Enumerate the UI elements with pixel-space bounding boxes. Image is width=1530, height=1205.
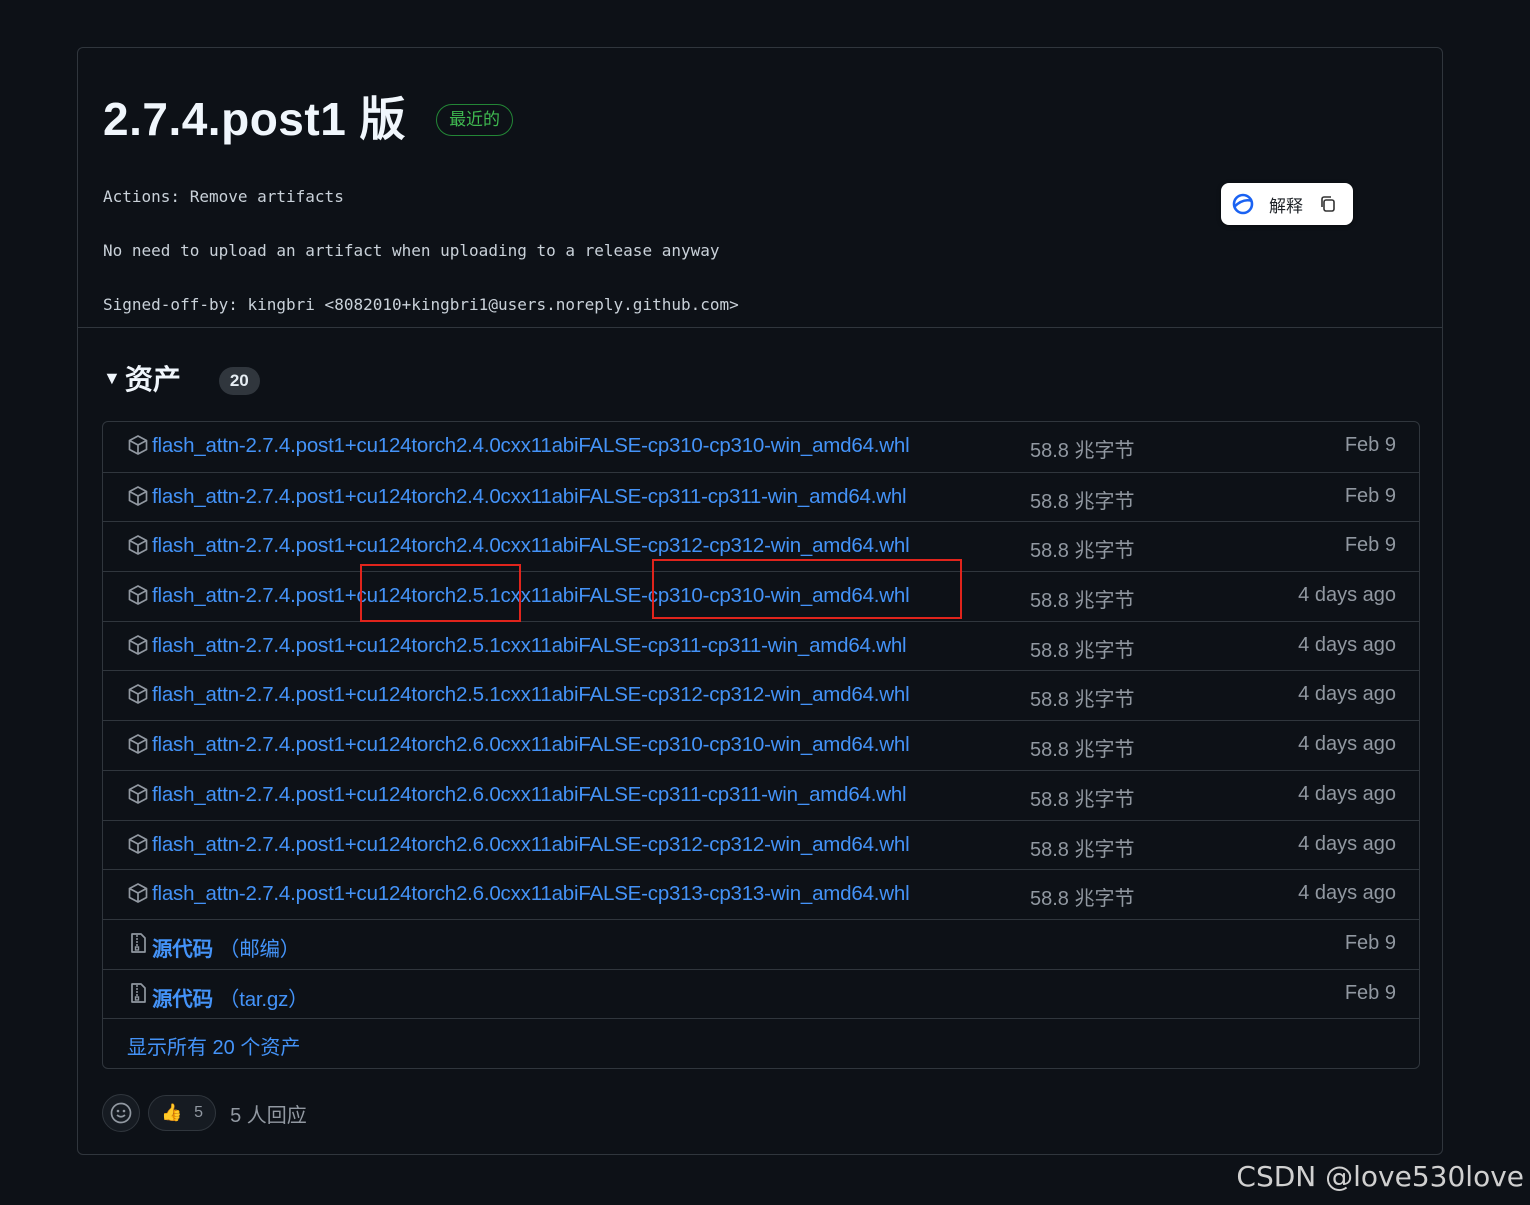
asset-size: 58.8 兆字节 xyxy=(1030,888,1135,911)
asset-row: flash_attn-2.7.4.post1+cu124torch2.5.1cx… xyxy=(103,670,1419,720)
asset-row: flash_attn-2.7.4.post1+cu124torch2.5.1cx… xyxy=(103,620,1419,671)
asset-size: 58.8 兆字节 xyxy=(1030,739,1135,762)
explain-popup[interactable]: 解释 xyxy=(1221,183,1353,225)
section-divider xyxy=(78,327,1442,328)
asset-row: flash_attn-2.7.4.post1+cu124torch2.6.0cx… xyxy=(103,720,1419,770)
copy-icon[interactable] xyxy=(1319,195,1337,213)
asset-row: flash_attn-2.7.4.post1+cu124torch2.6.0cx… xyxy=(103,869,1419,919)
asset-size: 58.8 兆字节 xyxy=(1030,590,1135,613)
release-notes: Actions: Remove artifacts No need to uplo… xyxy=(103,170,739,332)
package-icon xyxy=(128,783,148,804)
asset-row: flash_attn-2.7.4.post1+cu124torch2.6.0cx… xyxy=(103,769,1419,820)
package-icon xyxy=(128,485,148,506)
asset-link[interactable]: flash_attn-2.7.4.post1+cu124torch2.6.0cx… xyxy=(152,733,910,757)
asset-size: 58.8 兆字节 xyxy=(1030,639,1135,662)
asset-size: 58.8 兆字节 xyxy=(1030,490,1135,513)
asset-size: 58.8 兆字节 xyxy=(1030,440,1135,462)
asset-link[interactable]: flash_attn-2.7.4.post1+cu124torch2.6.0cx… xyxy=(152,783,907,807)
asset-row: flash_attn-2.7.4.post1+cu124torch2.4.0cx… xyxy=(103,422,1419,472)
assets-count-badge: 20 xyxy=(218,367,260,395)
asset-date: 4 days ago xyxy=(1298,782,1396,805)
asset-date: Feb 9 xyxy=(1344,981,1396,1004)
source-code-link[interactable]: 源代码 （tar.gz） xyxy=(152,982,309,1012)
asset-link[interactable]: flash_attn-2.7.4.post1+cu124torch2.6.0cx… xyxy=(152,833,910,857)
explain-button[interactable]: 解释 xyxy=(1269,192,1303,217)
assets-list: flash_attn-2.7.4.post1+cu124torch2.4.0cx… xyxy=(102,421,1420,1069)
package-icon xyxy=(128,435,148,455)
assets-heading: 资产 xyxy=(124,364,181,395)
source-code-format: （邮编） xyxy=(218,937,301,961)
source-code-label: 源代码 xyxy=(152,937,213,961)
package-icon xyxy=(128,585,148,605)
release-header: 2.7.4.post1 版 最近的 xyxy=(103,83,514,149)
asset-date: 4 days ago xyxy=(1298,584,1396,607)
file-zip-icon xyxy=(131,933,146,953)
smiley-icon xyxy=(110,1102,132,1124)
package-icon xyxy=(128,883,148,904)
asset-link[interactable]: flash_attn-2.7.4.post1+cu124torch2.5.1cx… xyxy=(152,634,907,658)
source-code-link[interactable]: 源代码 （邮编） xyxy=(152,932,300,962)
asset-link[interactable]: flash_attn-2.7.4.post1+cu124torch2.4.0cx… xyxy=(152,434,910,458)
reaction-summary: 5 人回应 xyxy=(230,1104,307,1127)
asset-date: Feb 9 xyxy=(1344,931,1396,954)
asset-link[interactable]: flash_attn-2.7.4.post1+cu124torch2.4.0cx… xyxy=(152,534,910,558)
asset-size: 58.8 兆字节 xyxy=(1030,689,1135,712)
asset-size: 58.8 兆字节 xyxy=(1030,788,1135,811)
triangle-down-icon: ▼ xyxy=(103,367,121,388)
release-note-line: No need to upload an artifact when uploa… xyxy=(103,241,720,260)
add-reaction-button[interactable] xyxy=(102,1094,140,1132)
asset-size: 58.8 兆字节 xyxy=(1030,838,1135,861)
assets-toggle[interactable]: ▼ 资产 20 xyxy=(103,358,260,398)
file-zip-icon xyxy=(131,982,146,1003)
asset-date: 4 days ago xyxy=(1298,832,1396,855)
release-note-line: Signed-off-by: kingbri <8082010+kingbri1… xyxy=(103,295,739,314)
show-all-assets-link[interactable]: 显示所有 20 个资产 xyxy=(127,1031,300,1060)
watermark: CSDN @love530love xyxy=(1236,1160,1524,1193)
asset-link[interactable]: flash_attn-2.7.4.post1+cu124torch2.5.1cx… xyxy=(152,683,910,707)
asset-date: Feb 9 xyxy=(1344,434,1396,456)
release-title[interactable]: 2.7.4.post1 版 xyxy=(103,83,406,149)
highlight-box xyxy=(360,564,521,622)
asset-date: 4 days ago xyxy=(1298,633,1396,656)
asset-link[interactable]: flash_attn-2.7.4.post1+cu124torch2.4.0cx… xyxy=(152,485,907,509)
package-icon xyxy=(128,833,148,854)
package-icon xyxy=(128,634,148,655)
asset-date: 4 days ago xyxy=(1298,683,1396,706)
asset-row: flash_attn-2.7.4.post1+cu124torch2.6.0cx… xyxy=(103,819,1419,870)
asset-size: 58.8 兆字节 xyxy=(1030,540,1135,563)
source-code-format: （tar.gz） xyxy=(218,987,309,1011)
asset-date: Feb 9 xyxy=(1344,534,1396,557)
asset-row: flash_attn-2.7.4.post1+cu124torch2.4.0cx… xyxy=(103,471,1419,522)
thumbs-up-icon: 👍 xyxy=(161,1103,183,1122)
package-icon xyxy=(128,535,148,556)
asset-date: 4 days ago xyxy=(1298,882,1396,905)
reactions-bar: 👍 5 5 人回应 xyxy=(102,1094,307,1132)
latest-badge: 最近的 xyxy=(436,104,514,136)
thumbs-up-reaction-button[interactable]: 👍 5 xyxy=(148,1095,217,1131)
asset-date: 4 days ago xyxy=(1298,733,1396,756)
source-row: 源代码 （tar.gz） Feb 9 xyxy=(103,968,1419,1019)
package-icon xyxy=(128,734,148,754)
asset-link[interactable]: flash_attn-2.7.4.post1+cu124torch2.6.0cx… xyxy=(152,882,910,906)
show-all-row: 显示所有 20 个资产 xyxy=(103,1018,1419,1068)
assistant-logo-icon xyxy=(1232,193,1254,215)
source-row: 源代码 （邮编） Feb 9 xyxy=(103,918,1419,969)
highlight-box xyxy=(652,559,962,619)
reaction-count: 5 xyxy=(194,1104,204,1121)
asset-date: Feb 9 xyxy=(1344,484,1396,507)
release-note-line: Actions: Remove artifacts xyxy=(103,187,344,206)
package-icon xyxy=(128,684,148,705)
source-code-label: 源代码 xyxy=(152,987,213,1011)
